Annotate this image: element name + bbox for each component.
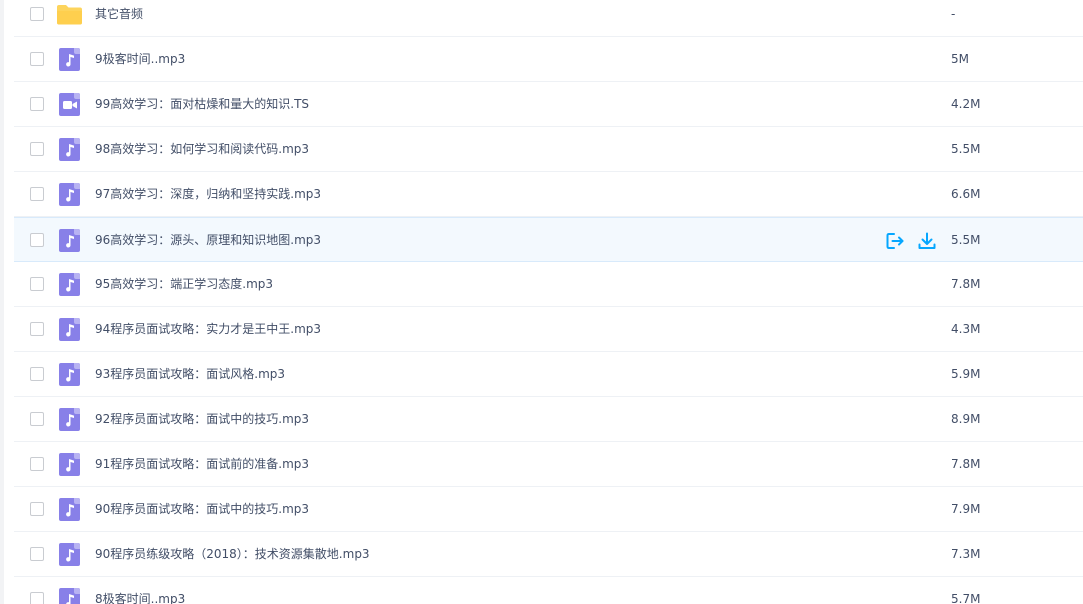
file-browser: 其它音频 - 9极客时间..mp3 5M 99高效学习：面对枯燥和量大的知识.T… [0, 0, 1083, 604]
left-sidebar-edge [0, 0, 4, 604]
file-row[interactable]: 其它音频 - [14, 0, 1083, 37]
row-checkbox[interactable] [30, 142, 44, 156]
file-name[interactable]: 90程序员面试攻略：面试中的技巧.mp3 [95, 487, 309, 532]
audio-file-icon [59, 408, 80, 431]
file-size: 5.5M [951, 142, 981, 156]
row-checkbox[interactable] [30, 277, 44, 291]
file-size: 5.9M [951, 367, 981, 381]
row-checkbox[interactable] [30, 592, 44, 604]
file-row[interactable]: 9极客时间..mp3 5M [14, 37, 1083, 82]
file-row[interactable]: 94程序员面试攻略：实力才是王中王.mp3 4.3M [14, 307, 1083, 352]
file-name[interactable]: 95高效学习：端正学习态度.mp3 [95, 262, 273, 307]
file-row[interactable]: 95高效学习：端正学习态度.mp3 7.8M [14, 262, 1083, 307]
file-size: - [951, 7, 956, 21]
file-size: 8.9M [951, 412, 981, 426]
video-file-icon [59, 93, 80, 116]
audio-file-icon [59, 138, 80, 161]
file-name[interactable]: 91程序员面试攻略：面试前的准备.mp3 [95, 442, 309, 487]
file-name[interactable]: 9极客时间..mp3 [95, 37, 185, 82]
file-list: 其它音频 - 9极客时间..mp3 5M 99高效学习：面对枯燥和量大的知识.T… [14, 0, 1083, 604]
file-name[interactable]: 97高效学习：深度，归纳和坚持实践.mp3 [95, 172, 321, 217]
audio-file-icon [59, 229, 80, 252]
file-size: 7.8M [951, 277, 981, 291]
row-checkbox[interactable] [30, 97, 44, 111]
file-size: 7.3M [951, 547, 981, 561]
file-row[interactable]: 8极客时间..mp3 5.7M [14, 577, 1083, 604]
download-icon[interactable] [917, 231, 937, 251]
row-checkbox[interactable] [30, 367, 44, 381]
share-icon[interactable] [885, 231, 905, 251]
audio-file-icon [59, 48, 80, 71]
audio-file-icon [59, 363, 80, 386]
file-row[interactable]: 92程序员面试攻略：面试中的技巧.mp3 8.9M [14, 397, 1083, 442]
audio-file-icon [59, 183, 80, 206]
file-size: 4.2M [951, 97, 981, 111]
audio-file-icon [59, 453, 80, 476]
file-size: 5.7M [951, 592, 981, 604]
file-row-hovered[interactable]: 96高效学习：源头、原理和知识地图.mp3 5.5M [14, 217, 1083, 262]
row-checkbox[interactable] [30, 502, 44, 516]
file-row[interactable]: 90程序员练级攻略（2018）：技术资源集散地.mp3 7.3M [14, 532, 1083, 577]
row-checkbox[interactable] [30, 457, 44, 471]
file-name[interactable]: 99高效学习：面对枯燥和量大的知识.TS [95, 82, 309, 127]
file-row[interactable]: 93程序员面试攻略：面试风格.mp3 5.9M [14, 352, 1083, 397]
row-checkbox[interactable] [30, 187, 44, 201]
file-name[interactable]: 92程序员面试攻略：面试中的技巧.mp3 [95, 397, 309, 442]
file-row[interactable]: 97高效学习：深度，归纳和坚持实践.mp3 6.6M [14, 172, 1083, 217]
audio-file-icon [59, 273, 80, 296]
file-name[interactable]: 94程序员面试攻略：实力才是王中王.mp3 [95, 307, 321, 352]
file-size: 5.5M [951, 233, 981, 247]
row-checkbox[interactable] [30, 233, 44, 247]
file-row[interactable]: 99高效学习：面对枯燥和量大的知识.TS 4.2M [14, 82, 1083, 127]
audio-file-icon [59, 543, 80, 566]
row-checkbox[interactable] [30, 52, 44, 66]
audio-file-icon [59, 318, 80, 341]
file-name[interactable]: 96高效学习：源头、原理和知识地图.mp3 [95, 218, 321, 263]
file-size: 6.6M [951, 187, 981, 201]
file-name[interactable]: 93程序员面试攻略：面试风格.mp3 [95, 352, 285, 397]
file-name[interactable]: 其它音频 [95, 0, 143, 37]
audio-file-icon [59, 588, 80, 604]
file-row[interactable]: 91程序员面试攻略：面试前的准备.mp3 7.8M [14, 442, 1083, 487]
folder-icon [56, 4, 83, 25]
row-checkbox[interactable] [30, 547, 44, 561]
audio-file-icon [59, 498, 80, 521]
file-size: 5M [951, 52, 969, 66]
file-name[interactable]: 8极客时间..mp3 [95, 577, 185, 604]
file-size: 7.9M [951, 502, 981, 516]
file-row[interactable]: 90程序员面试攻略：面试中的技巧.mp3 7.9M [14, 487, 1083, 532]
row-checkbox[interactable] [30, 322, 44, 336]
file-size: 4.3M [951, 322, 981, 336]
row-checkbox[interactable] [30, 412, 44, 426]
file-row[interactable]: 98高效学习：如何学习和阅读代码.mp3 5.5M [14, 127, 1083, 172]
file-name[interactable]: 90程序员练级攻略（2018）：技术资源集散地.mp3 [95, 532, 370, 577]
row-checkbox[interactable] [30, 7, 44, 21]
file-size: 7.8M [951, 457, 981, 471]
file-name[interactable]: 98高效学习：如何学习和阅读代码.mp3 [95, 127, 309, 172]
